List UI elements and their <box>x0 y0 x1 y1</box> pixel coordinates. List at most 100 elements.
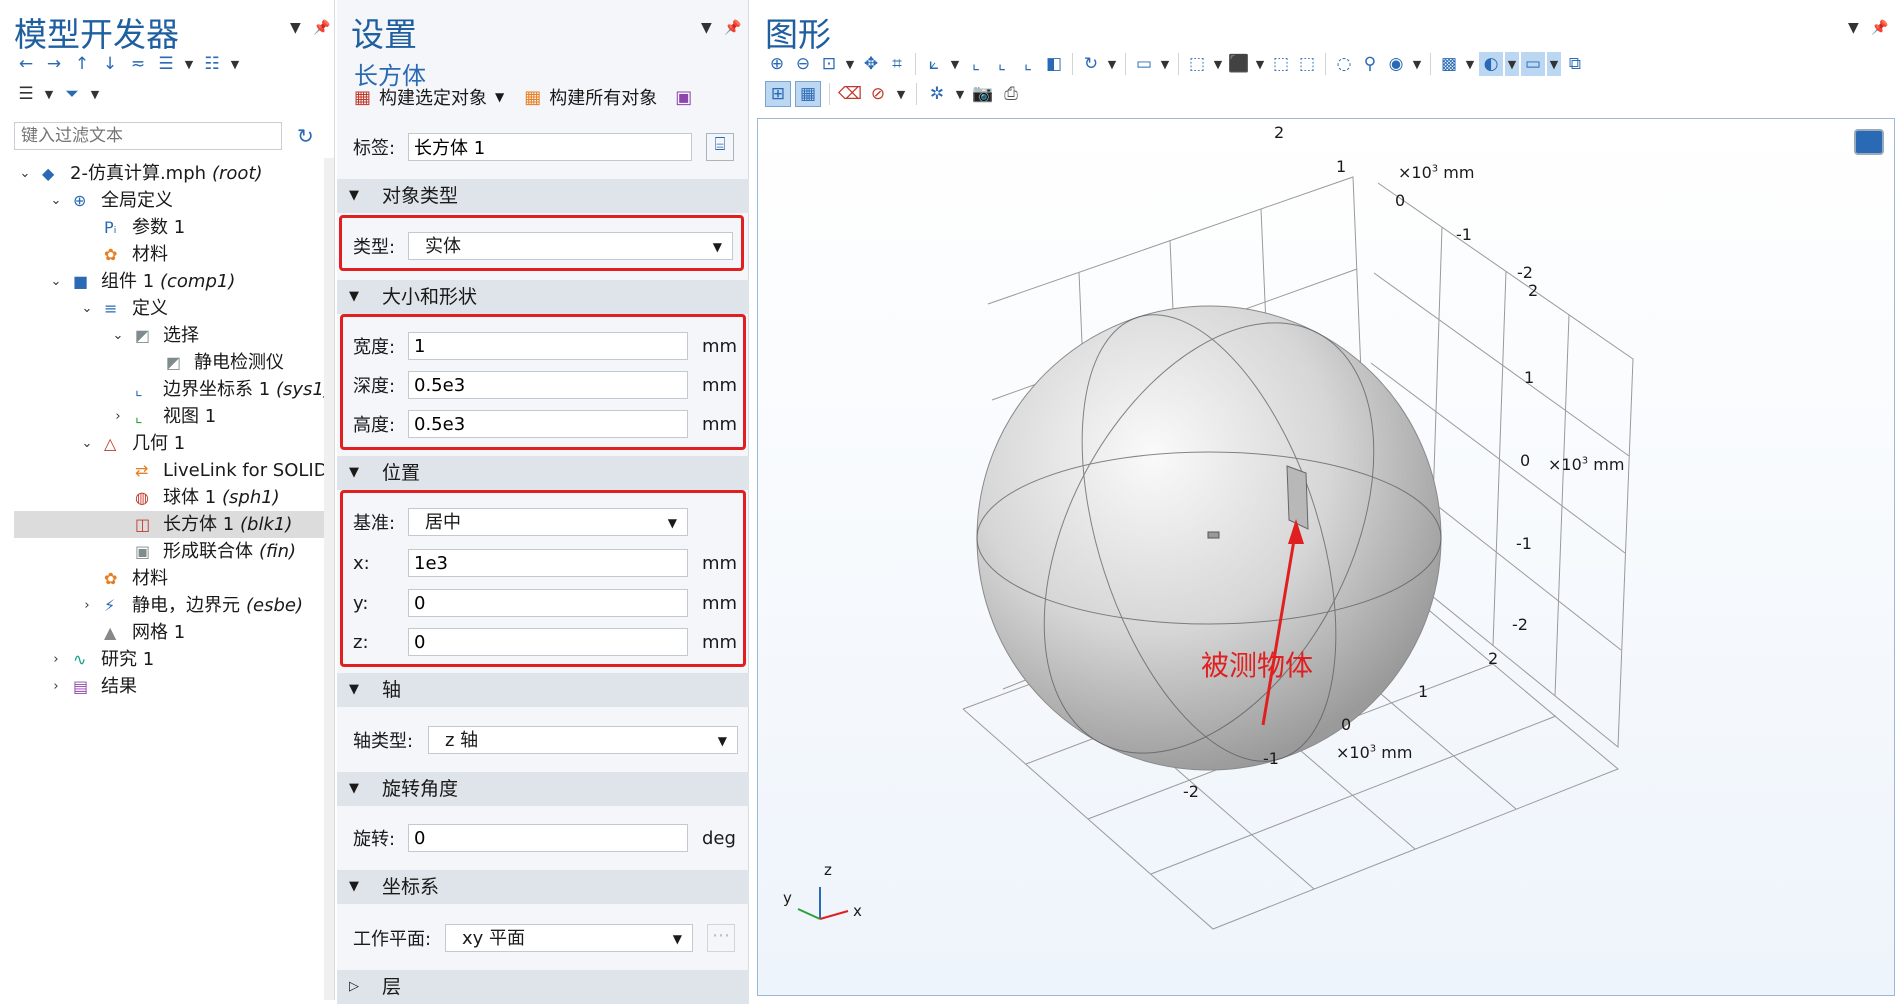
zoom-in-icon[interactable]: ⊕ <box>765 52 789 76</box>
tree-node[interactable]: ⇄ LiveLink for SOLIDWORKS <box>14 457 326 484</box>
deselect-icon[interactable]: ⬚ <box>1295 52 1319 76</box>
chevron-down-icon[interactable]: ▼ <box>1410 52 1424 76</box>
tree-node[interactable]: ▲ 网格 1 <box>14 619 326 646</box>
chevron-down-icon[interactable]: ▼ <box>42 82 56 106</box>
chevron-down-icon[interactable]: ▼ <box>1105 52 1119 76</box>
tree-node[interactable]: › ⚡ 静电，边界元 (esbe) <box>14 592 326 619</box>
arrow-left-icon[interactable]: ← <box>14 52 38 76</box>
zoom-box-icon[interactable]: ⊡ <box>817 52 841 76</box>
camera-icon[interactable]: 📷 <box>971 82 995 106</box>
label-edit-icon[interactable]: ⌸ <box>706 133 734 161</box>
expand-icon[interactable]: ☰ <box>154 52 178 76</box>
work-plane-edit-icon[interactable]: ⋯ <box>707 924 735 952</box>
build-selected-button[interactable]: 构建选定对象 <box>379 84 487 110</box>
list-icon[interactable]: ☰ <box>14 82 38 106</box>
tree-node[interactable]: ◫ 长方体 1 (blk1) <box>14 511 326 538</box>
chevron-down-icon[interactable]: ⌄ <box>49 187 63 214</box>
chevron-right-icon[interactable]: › <box>80 592 94 619</box>
chevron-down-icon[interactable]: ▼ <box>948 52 962 76</box>
chevron-down-icon[interactable]: ▼ <box>953 82 967 106</box>
refresh-icon[interactable]: ↻ <box>297 124 314 148</box>
print-icon[interactable]: ⎙ <box>999 82 1023 106</box>
graphics-viewport[interactable]: 2 1 0 -1 -2 2 1 0 -1 -2 2 1 0 -1 -2 ×103 mm ×103 mm … <box>757 118 1895 996</box>
panel-menu-icon[interactable]: ▼ <box>1848 20 1859 36</box>
section-axis[interactable]: ▼ 轴 <box>337 673 749 707</box>
label-field-input[interactable] <box>408 133 692 161</box>
chevron-down-icon[interactable]: ⌄ <box>80 295 94 322</box>
axis-type-select[interactable]: z 轴 ▼ <box>428 726 738 754</box>
grid-icon[interactable]: ▦ <box>795 81 821 107</box>
section-position[interactable]: ▼ 位置 <box>337 456 749 490</box>
filter-icon[interactable]: ⏷ <box>60 82 84 106</box>
section-layers[interactable]: ▷ 层 <box>337 970 749 1004</box>
chevron-down-icon[interactable]: ▼ <box>495 90 504 104</box>
chevron-right-icon[interactable]: › <box>111 403 125 430</box>
filter-input[interactable] <box>14 122 282 150</box>
build-icon[interactable]: ▣ <box>675 87 692 108</box>
tree-node[interactable]: ⌞ 边界坐标系 1 (sys1) <box>14 376 326 403</box>
chevron-down-icon[interactable]: ▼ <box>1211 52 1225 76</box>
zoom-out-icon[interactable]: ⊖ <box>791 52 815 76</box>
chevron-right-icon[interactable]: › <box>49 646 63 673</box>
tree-node[interactable]: ⌄ △ 几何 1 <box>14 430 326 457</box>
chevron-down-icon[interactable]: ▼ <box>88 82 102 106</box>
chevron-down-icon[interactable]: ▼ <box>1158 52 1172 76</box>
show-icon[interactable]: ≂ <box>126 52 150 76</box>
tree-node[interactable]: ⌄ ◆ 2-仿真计算.mph (root) <box>14 160 326 187</box>
panel-menu-icon[interactable]: ▼ <box>290 20 301 36</box>
tree-node[interactable]: ✿ 材料 <box>14 241 326 268</box>
lights-icon[interactable]: ◐ <box>1479 52 1503 76</box>
view-xy-icon[interactable]: ⌞ <box>964 52 988 76</box>
build-all-button[interactable]: 构建所有对象 <box>549 84 657 110</box>
chevron-down-icon[interactable]: ▼ <box>1253 52 1267 76</box>
pin-icon[interactable]: 📌 <box>724 20 741 36</box>
clear-icon[interactable]: ⌫ <box>838 82 862 106</box>
tree-node[interactable]: ⌄ ≡ 定义 <box>14 295 326 322</box>
select-objects-icon[interactable]: ▭ <box>1132 52 1156 76</box>
chevron-down-icon[interactable]: ▼ <box>1505 52 1519 76</box>
view-yz-icon[interactable]: ⌞ <box>990 52 1014 76</box>
work-plane-select[interactable]: xy 平面 ▼ <box>445 924 693 952</box>
arrow-right-icon[interactable]: → <box>42 52 66 76</box>
view-xz-icon[interactable]: ⌞ <box>1016 52 1040 76</box>
zoom-extents-icon[interactable]: ✥ <box>859 52 883 76</box>
tree-node[interactable]: ⌄ ◩ 选择 <box>14 322 326 349</box>
tree-node[interactable]: › ⌞ 视图 1 <box>14 403 326 430</box>
collapse-icon[interactable]: ☷ <box>200 52 224 76</box>
section-coord-system[interactable]: ▼ 坐标系 <box>337 870 749 904</box>
chevron-down-icon[interactable]: ▼ <box>182 52 196 76</box>
select-boundaries-icon[interactable]: ⬛ <box>1227 52 1251 76</box>
show-eye-icon[interactable]: ◉ <box>1384 52 1408 76</box>
tree-node[interactable]: › ▤ 结果 <box>14 673 326 700</box>
select-box-icon[interactable]: ⬚ <box>1269 52 1293 76</box>
tree-node[interactable]: ◍ 球体 1 (sph1) <box>14 484 326 511</box>
hide-icon[interactable]: ◌ <box>1332 52 1356 76</box>
reset-icon[interactable]: ⊘ <box>866 82 890 106</box>
tree-node[interactable]: ⌄ ■ 组件 1 (comp1) <box>14 268 326 295</box>
chevron-down-icon[interactable]: ⌄ <box>49 268 63 295</box>
rotation-input[interactable] <box>408 824 688 852</box>
tree-node[interactable]: ◩ 静电检测仪 <box>14 349 326 376</box>
transparency-icon[interactable]: ▩ <box>1437 52 1461 76</box>
zoom-selected-icon[interactable]: ⌗ <box>885 52 909 76</box>
chevron-down-icon[interactable]: ⌄ <box>18 160 32 187</box>
pin-icon[interactable]: 📌 <box>313 20 330 36</box>
tree-node[interactable]: ⌄ ⊕ 全局定义 <box>14 187 326 214</box>
chevron-down-icon[interactable]: ▼ <box>228 52 242 76</box>
scrollbar[interactable] <box>324 158 334 1000</box>
arrow-down-icon[interactable]: ↓ <box>98 52 122 76</box>
scene-light-icon[interactable]: ✲ <box>925 82 949 106</box>
tree-node[interactable]: ▣ 形成联合体 (fin) <box>14 538 326 565</box>
chevron-right-icon[interactable]: › <box>49 673 63 700</box>
view-axes-icon[interactable]: ⟀ <box>922 52 946 76</box>
section-object-type[interactable]: ▼ 对象类型 <box>337 179 749 213</box>
chevron-down-icon[interactable]: ▼ <box>1547 52 1561 76</box>
block-object[interactable] <box>1286 465 1309 530</box>
section-rotation[interactable]: ▼ 旋转角度 <box>337 772 749 806</box>
layout-icon[interactable]: ⧉ <box>1563 52 1587 76</box>
chevron-down-icon[interactable]: ▼ <box>843 52 857 76</box>
detector-object[interactable] <box>1207 531 1220 539</box>
chevron-down-icon[interactable]: ▼ <box>894 82 908 106</box>
arrow-up-icon[interactable]: ↑ <box>70 52 94 76</box>
grid-select-icon[interactable]: ⊞ <box>765 81 791 107</box>
